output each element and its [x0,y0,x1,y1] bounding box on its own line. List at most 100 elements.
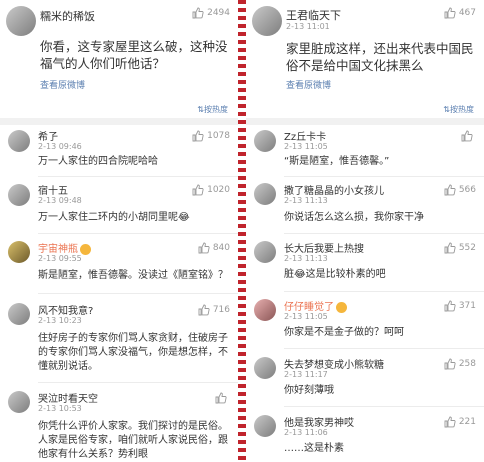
sort-label: 按热度 [450,105,474,114]
divider [284,348,484,349]
comment-text: 斯是陋室，惟吾德馨。没读过《陋室铭》？ [38,270,228,281]
vip-badge-icon [336,301,347,313]
thumbs-up-icon [198,304,210,316]
like-button[interactable]: 1020 [192,184,230,196]
avatar[interactable] [254,357,276,379]
thumbs-up-icon [444,7,456,19]
thumbs-up-icon [444,242,456,254]
original-post: 王君临天下 2-13 11:01 467 家里脏成这样，还出来代表中国民俗不是给… [246,0,484,118]
like-count: 2494 [207,8,230,18]
like-count: 566 [458,185,476,195]
avatar[interactable] [254,183,276,205]
avatar[interactable] [8,391,30,413]
comment-text: 万一人家住二环内的小胡同里呢😂 [38,212,190,223]
like-button[interactable] [215,392,230,404]
like-button[interactable]: 467 [444,7,476,19]
thumbs-up-icon [444,416,456,428]
comment-username[interactable]: 撒了糖晶晶的小女孩儿 [284,182,384,197]
vip-badge-icon [80,243,91,255]
divider [284,406,484,407]
comment-username[interactable]: 希孒 [38,128,58,143]
thumbs-up-icon [192,130,204,142]
comment-time: 2-13 09:48 [38,196,82,205]
like-count: 552 [458,243,476,253]
like-button[interactable]: 552 [444,242,476,254]
avatar[interactable] [254,299,276,321]
view-original-link[interactable]: 查看原微博 [286,78,331,91]
comment-text: 你家是不是金子做的？呵呵 [284,327,404,338]
comment-username[interactable]: 宇宙神瓶 [38,240,91,255]
like-button[interactable]: 2494 [192,7,230,19]
thumbs-up-icon [444,358,456,370]
avatar[interactable] [8,184,30,206]
like-button[interactable]: 716 [198,304,230,316]
divider [38,382,238,383]
divider [284,176,484,177]
thumbs-up-icon [192,184,204,196]
thumbs-up-icon [215,392,227,404]
thumbs-up-icon [198,242,210,254]
like-button[interactable]: 221 [444,416,476,428]
avatar[interactable] [252,6,282,36]
avatar[interactable] [8,241,30,263]
like-button[interactable]: 566 [444,184,476,196]
comment-username[interactable]: 宿十五 [38,182,68,197]
comment-time: 2-13 09:55 [38,254,82,263]
comment-text: 你凭什么评价人家家。我们探讨的是民俗。人家是民俗专家，咱们就听人家说民俗，跟他家… [38,421,228,460]
post-username[interactable]: 糯米的稀饭 [40,8,95,24]
like-button[interactable]: 371 [444,300,476,312]
divider [38,176,238,177]
comment-text: “斯是陋室，惟吾德馨。” [284,156,390,167]
like-count: 467 [458,8,476,18]
like-button[interactable]: 840 [198,242,230,254]
sort-by-heat-button[interactable]: ⇅按热度 [443,104,474,115]
sort-by-heat-button[interactable]: ⇅按热度 [197,104,228,115]
like-count: 258 [458,359,476,369]
thumbs-up-icon [444,300,456,312]
zigzag-divider [238,0,246,462]
right-screenshot-panel: 王君临天下 2-13 11:01 467 家里脏成这样，还出来代表中国民俗不是给… [246,0,484,462]
comment-time: 2-13 11:13 [284,254,328,263]
comment-text: ……这是朴素 [284,443,344,454]
comment-username[interactable]: 仔仔睡觉了 [284,298,347,313]
comment-username[interactable]: 哭泣时看天空 [38,390,98,405]
post-text: 家里脏成这样，还出来代表中国民俗不是给中国文化抹黑么 [286,41,474,73]
sort-icon: ⇅ [197,105,204,114]
section-separator [0,118,238,125]
comment-username[interactable]: 失去梦想变成小熊软糖 [284,356,384,371]
post-username[interactable]: 王君临天下 [286,7,341,23]
like-count: 716 [212,305,230,315]
divider [284,291,484,292]
comment-time: 2-13 11:06 [284,428,328,437]
comment-time: 2-13 11:17 [284,370,328,379]
comment-text: 你好刻薄哦 [284,385,334,396]
comment-time: 2-13 11:05 [284,142,328,151]
comment-time: 2-13 11:13 [284,196,328,205]
comment-text: 住好房子的专家你们骂人家贪财，住破房子的专家你们骂人家没福气，你是想怎样，不懂就… [38,333,228,372]
comment-username[interactable]: 他是我家男神哎 [284,414,354,429]
comment-username[interactable]: 风不知我意? [38,302,93,317]
divider [38,233,238,234]
comment-time: 2-13 09:46 [38,142,82,151]
comment-time: 2-13 11:05 [284,312,328,321]
original-post: 糯米的稀饭 2494 你看，这专家屋里这么破，这种没福气的人你们听他话？ 查看原… [0,0,238,118]
like-button[interactable]: 258 [444,358,476,370]
comment-username[interactable]: 长大后我要上热搜 [284,240,364,255]
like-count: 840 [212,243,230,253]
avatar[interactable] [8,303,30,325]
post-text: 你看，这专家屋里这么破，这种没福气的人你们听他话？ [40,39,228,71]
divider [284,233,484,234]
avatar[interactable] [8,130,30,152]
like-count: 1078 [207,131,230,141]
comment-time: 2-13 10:23 [38,316,82,325]
avatar[interactable] [254,130,276,152]
comment-text: 万一人家住的四合院呢哈哈 [38,156,158,167]
avatar[interactable] [6,6,36,36]
like-button[interactable]: 1078 [192,130,230,142]
like-button[interactable] [461,130,476,142]
comment-text: 脏😂这是比较朴素的吧 [284,269,386,280]
avatar[interactable] [254,415,276,437]
comment-username[interactable]: Zz丘卡卡 [284,128,326,143]
view-original-link[interactable]: 查看原微博 [40,78,85,91]
avatar[interactable] [254,241,276,263]
